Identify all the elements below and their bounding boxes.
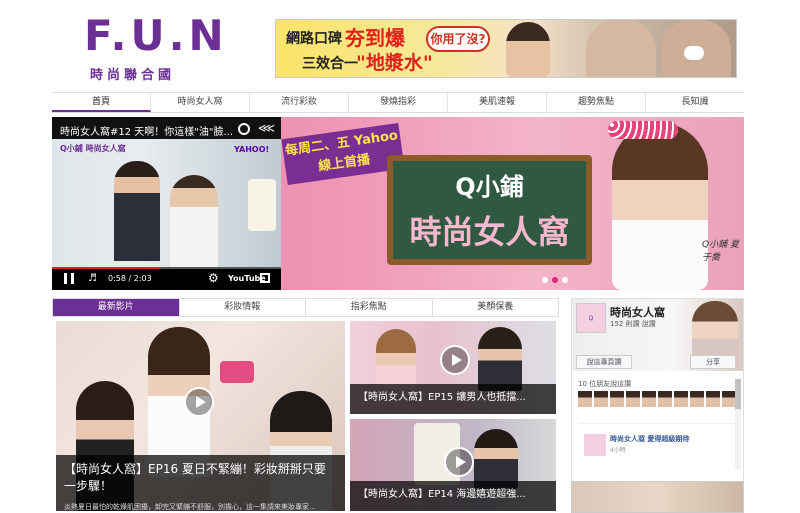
site-logo[interactable]: F.U.N 時尚聯合國	[84, 12, 224, 88]
ad-hand-photo	[586, 20, 656, 77]
tab-nail-focus[interactable]: 指彩焦點	[306, 299, 433, 316]
video-show-logo: Q小鋪 時尚女人窩	[60, 144, 126, 153]
carousel-dots	[542, 277, 568, 283]
play-icon[interactable]	[440, 345, 470, 375]
fullscreen-icon[interactable]	[260, 273, 270, 283]
tab-makeup-news[interactable]: 彩妝情報	[179, 299, 306, 316]
video-time: 0:58 / 2:03	[108, 274, 152, 283]
carousel-dot[interactable]	[562, 277, 568, 283]
video-card[interactable]: 【時尚女人窩】EP15 讓男人也抵擋...	[350, 321, 556, 414]
fb-friends-count: 10 位朋友說這讚	[578, 380, 632, 388]
fb-post: 時尚女人窩 愛得超級期待 4小時	[578, 423, 738, 463]
nav-item-skincare[interactable]: 美肌速報	[448, 93, 547, 112]
hero-host-photo	[612, 123, 708, 290]
fb-scrollbar-thumb[interactable]	[735, 379, 741, 409]
top-banner-ad[interactable]: 網路口碑 夯到爆 你用了沒? 三效合一 "地漿水"	[275, 19, 737, 78]
share-icon[interactable]: ⋘	[258, 121, 275, 135]
fb-friend-avatar[interactable]	[706, 391, 720, 407]
video-card-featured[interactable]: 【時尚女人窩】EP16 夏日不緊繃！彩妝掰掰只要一步驟！ 炎熱夏日最怕的乾燥肌困…	[56, 321, 345, 511]
fb-page-thumbnail[interactable]: Q	[576, 303, 606, 333]
video-person	[474, 429, 518, 489]
video-tabs: 最新影片 彩妝情報 指彩焦點 美顏保養	[52, 298, 559, 317]
video-frame: Q小鋪 時尚女人窩 YAHOO!	[52, 139, 281, 269]
fb-share-button[interactable]: 分享	[690, 355, 736, 369]
video-person	[376, 329, 416, 389]
nav-item-trends[interactable]: 趨勢焦點	[547, 93, 646, 112]
hero-bow	[608, 121, 678, 139]
hero-banner[interactable]: Q小鋪 時尚女人窩 YAHOO! 時尚女人窩#12 天啊！你這樣"油"臉... …	[52, 117, 744, 290]
play-icon[interactable]	[184, 387, 214, 417]
fb-friend-avatar[interactable]	[594, 391, 608, 407]
gear-icon[interactable]: ⚙	[208, 271, 219, 285]
page-root: F.U.N 時尚聯合國 網路口碑 夯到爆 你用了沒? 三效合一 "地漿水" 首頁…	[0, 0, 800, 513]
featured-video-description: 炎熱夏日最怕的乾燥肌困擾，卸完又緊繃不舒服，別擔心，這一集請來美妝專家...	[64, 503, 316, 511]
video-caption[interactable]: 【時尚女人窩】EP15 讓男人也抵擋...	[350, 384, 556, 414]
video-guest	[170, 175, 218, 269]
yahoo-logo: YAHOO!	[234, 145, 270, 154]
ad-line2-highlight: "地漿水"	[356, 52, 433, 74]
fb-like-button[interactable]: 說這專頁讚	[576, 355, 632, 369]
fb-cover-photo[interactable]: Q 時尚女人窩 152 則讚 說讚 說這專頁讚 分享	[572, 299, 743, 371]
fb-friend-avatar[interactable]	[578, 391, 592, 407]
carousel-dot[interactable]	[542, 277, 548, 283]
ad-line1-highlight: 夯到爆	[345, 26, 405, 50]
main-nav: 首頁 時尚女人窩 流行彩妝 發燒指彩 美肌速報 趨勢焦點 長知識	[52, 92, 744, 113]
fb-friend-avatar[interactable]	[610, 391, 624, 407]
fb-friend-faces	[578, 391, 736, 407]
nav-item-makeup[interactable]: 流行彩妝	[250, 93, 349, 112]
fb-friend-avatar[interactable]	[642, 391, 656, 407]
pause-icon[interactable]	[64, 273, 74, 284]
featured-video-title[interactable]: 【時尚女人窩】EP16 夏日不緊繃！彩妝掰掰只要一步驟！	[64, 462, 326, 493]
volume-icon[interactable]: ♬	[88, 273, 97, 284]
show-board: Q小鋪 時尚女人窩	[387, 155, 592, 265]
logo-mark: F.U.N	[84, 11, 228, 60]
nav-item-fashion-den[interactable]: 時尚女人窩	[151, 93, 250, 112]
watch-later-icon[interactable]	[238, 123, 250, 135]
ad-model-photo	[506, 22, 550, 77]
hero-signature: Q小鋪 夏于喬	[702, 240, 739, 263]
nav-item-knowledge[interactable]: 長知識	[646, 93, 744, 112]
fb-likes-count: 152 則讚 說讚	[610, 320, 656, 328]
board-subtitle: 時尚女人窩	[409, 213, 570, 251]
board-title: Q小鋪	[455, 173, 524, 201]
fb-friend-avatar[interactable]	[626, 391, 640, 407]
logo-subtitle: 時尚聯合國	[90, 68, 176, 83]
fb-post-avatar[interactable]	[584, 434, 606, 456]
video-caption[interactable]: 【時尚女人窩】EP14 海邊嬉遊超強...	[350, 481, 556, 511]
fb-post-time: 4小時	[610, 447, 626, 454]
fb-page-name[interactable]: 時尚女人窩	[610, 304, 665, 320]
facebook-page-widget: Q 時尚女人窩 152 則讚 說讚 說這專頁讚 分享 10 位朋友說這讚 時尚女…	[571, 298, 744, 512]
fb-friend-avatar[interactable]	[658, 391, 672, 407]
featured-caption: 【時尚女人窩】EP16 夏日不緊繃！彩妝掰掰只要一步驟！ 炎熱夏日最怕的乾燥肌困…	[56, 455, 345, 511]
video-person	[478, 327, 522, 391]
fb-friend-avatar[interactable]	[690, 391, 704, 407]
video-host	[114, 161, 160, 261]
ad-bubble: 你用了沒?	[426, 26, 490, 52]
ad-line1-prefix: 網路口碑	[286, 31, 342, 47]
video-card[interactable]: 【時尚女人窩】EP14 海邊嬉遊超強...	[350, 419, 556, 511]
fb-scrollbar[interactable]	[735, 379, 741, 469]
sidebar-ad[interactable]	[571, 481, 744, 513]
fb-post-author[interactable]: 時尚女人窩 愛得超級期待	[610, 434, 689, 444]
tab-latest-videos[interactable]: 最新影片	[53, 299, 180, 316]
fb-friend-avatar[interactable]	[674, 391, 688, 407]
handbag	[220, 361, 254, 383]
play-icon[interactable]	[444, 447, 474, 477]
video-player[interactable]: Q小鋪 時尚女人窩 YAHOO! 時尚女人窩#12 天啊！你這樣"油"臉... …	[52, 117, 281, 290]
ad-cream	[684, 46, 704, 60]
nav-item-home[interactable]: 首頁	[52, 93, 151, 112]
video-title[interactable]: 時尚女人窩#12 天啊！你這樣"油"臉...	[60, 123, 233, 138]
video-sign	[248, 179, 276, 231]
nav-item-nails[interactable]: 發燒指彩	[349, 93, 448, 112]
carousel-dot[interactable]	[552, 277, 558, 283]
fb-friend-avatar[interactable]	[722, 391, 736, 407]
ad-line2-prefix: 三效合一	[302, 56, 358, 72]
tab-skincare[interactable]: 美顏保養	[432, 299, 558, 316]
